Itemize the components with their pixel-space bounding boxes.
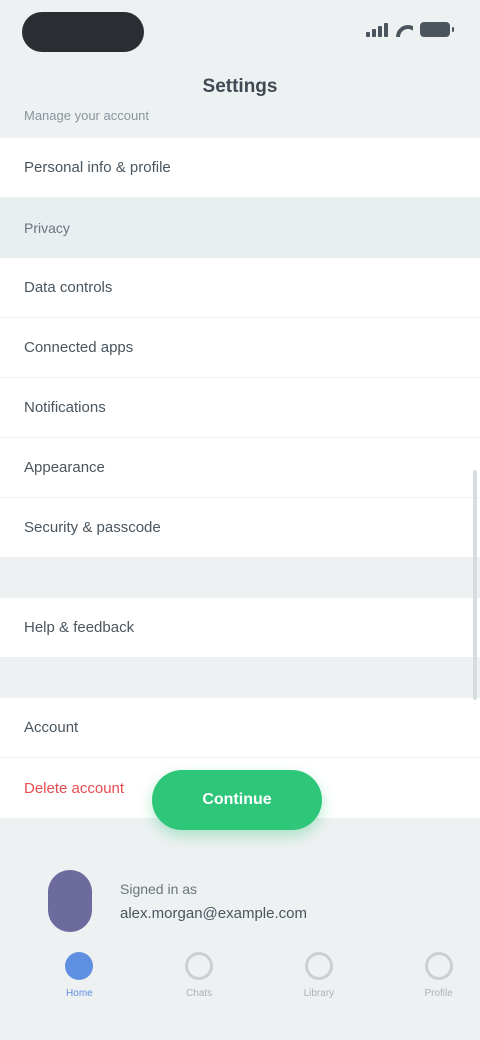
- battery-icon: [420, 22, 454, 37]
- page-subtitle: Manage your account: [24, 108, 150, 123]
- account-card[interactable]: Signed in as alex.morgan@example.com: [40, 866, 440, 936]
- delete-account-label: Delete account: [24, 779, 125, 797]
- status-bar: [0, 0, 480, 64]
- nav-item-library[interactable]: Library: [278, 940, 361, 1040]
- settings-row-connected-apps[interactable]: Connected apps: [0, 318, 480, 378]
- nav-item-profile[interactable]: Profile: [397, 940, 480, 1040]
- settings-row-notifications[interactable]: Notifications: [0, 378, 480, 438]
- account-name: Signed in as: [120, 880, 198, 897]
- section-label-text: Account: [24, 719, 79, 736]
- nav-label: Profile: [424, 988, 453, 999]
- settings-row-label: Personal info & profile: [24, 159, 171, 176]
- account-email: alex.morgan@example.com: [120, 904, 307, 922]
- continue-button-label: Continue: [202, 791, 272, 808]
- status-icons: [366, 22, 454, 37]
- section-spacer: [0, 558, 480, 598]
- home-icon: [65, 952, 94, 980]
- settings-list: Personal info & profile Privacy Data con…: [0, 138, 480, 818]
- bottom-nav: Home Chats Library Profile: [0, 940, 480, 1040]
- settings-screen: Settings Manage your account Personal in…: [0, 0, 480, 1040]
- section-label-text: Privacy: [24, 220, 70, 236]
- wifi-icon: [395, 23, 413, 37]
- section-label-account: Account: [0, 698, 480, 758]
- library-icon: [304, 952, 333, 980]
- settings-row-security[interactable]: Security & passcode: [0, 498, 480, 558]
- nav-item-home[interactable]: Home: [38, 940, 121, 1040]
- nav-label: Home: [66, 988, 93, 999]
- nav-item-chats[interactable]: Chats: [158, 940, 241, 1040]
- settings-row-label: Help & feedback: [24, 619, 135, 636]
- settings-row-profile[interactable]: Personal info & profile: [0, 138, 480, 198]
- nav-label: Library: [303, 988, 335, 999]
- settings-row-label: Data controls: [24, 279, 113, 296]
- settings-row-data-controls[interactable]: Data controls: [0, 258, 480, 318]
- avatar: [48, 870, 92, 932]
- settings-row-appearance[interactable]: Appearance: [0, 438, 480, 498]
- status-time-pill: [22, 12, 144, 52]
- section-spacer: [0, 658, 480, 698]
- scrollbar[interactable]: [473, 470, 477, 700]
- continue-button[interactable]: Continue: [152, 770, 322, 830]
- settings-row-label: Notifications: [24, 399, 106, 416]
- profile-icon: [424, 952, 453, 980]
- account-text: Signed in as alex.morgan@example.com: [120, 881, 307, 922]
- chat-icon: [185, 952, 214, 980]
- nav-label: Chats: [186, 988, 213, 999]
- settings-row-label: Connected apps: [24, 339, 134, 356]
- signal-icon: [366, 22, 388, 37]
- settings-row-label: Appearance: [24, 459, 105, 476]
- section-label-privacy: Privacy: [0, 198, 480, 258]
- page-title: Settings: [202, 76, 278, 97]
- settings-row-label: Security & passcode: [24, 519, 161, 536]
- settings-row-help[interactable]: Help & feedback: [0, 598, 480, 658]
